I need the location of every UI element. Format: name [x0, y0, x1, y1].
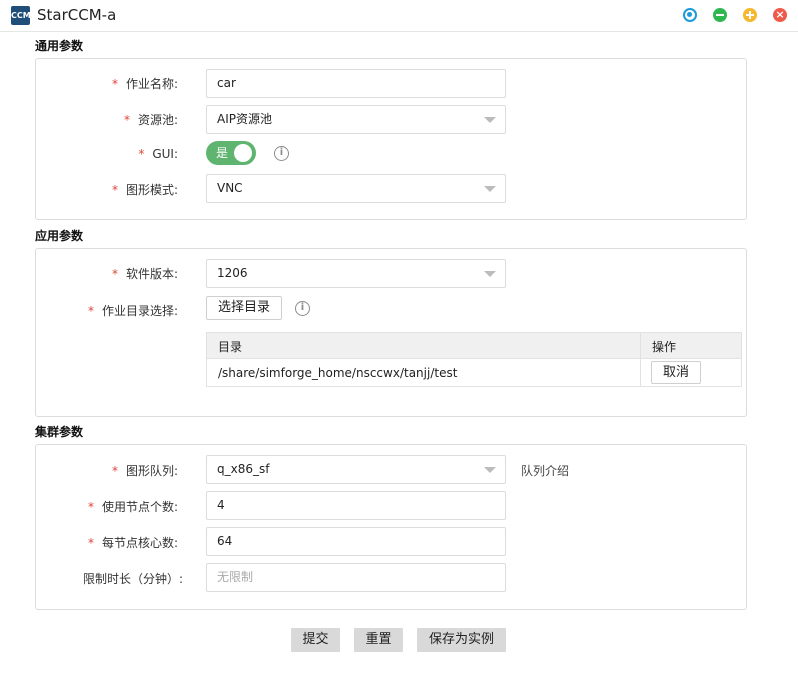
app-icon: CCM	[11, 6, 31, 25]
resource-pool-label: * 资源池:	[123, 113, 178, 127]
toggle-knob	[234, 144, 252, 162]
chevron-down-icon	[484, 467, 496, 473]
required-mark: *	[111, 183, 118, 197]
job-dir-label: * 作业目录选择:	[87, 304, 178, 318]
job-name-label: * 作业名称:	[111, 77, 178, 91]
queue-label: * 图形队列:	[111, 464, 178, 478]
choose-dir-button[interactable]: 选择目录	[206, 296, 282, 320]
dir-table: 目录 操作 /share/simforge_home/nsccwx/tanjj/…	[206, 332, 742, 387]
table-cell-dir: /share/simforge_home/nsccwx/tanjj/test	[218, 366, 458, 380]
minimize-icon[interactable]	[713, 8, 727, 22]
chevron-down-icon	[484, 271, 496, 277]
section-title-application: 应用参数	[35, 229, 84, 243]
section-title-general: 通用参数	[35, 39, 84, 53]
required-mark: *	[87, 500, 94, 514]
title-bar: CCM StarCCM-a ×	[0, 0, 798, 32]
required-mark: *	[87, 304, 94, 318]
software-version-label: * 软件版本:	[111, 267, 178, 281]
close-icon[interactable]: ×	[773, 8, 787, 22]
graphics-mode-select[interactable]: VNC	[206, 174, 506, 203]
window-title: StarCCM-a	[37, 6, 117, 24]
nodes-input[interactable]: 4	[206, 491, 506, 520]
info-icon[interactable]: i	[274, 146, 289, 161]
required-mark: *	[111, 77, 118, 91]
required-mark: *	[111, 464, 118, 478]
gui-toggle[interactable]: 是	[206, 141, 256, 165]
gui-label: * GUI:	[138, 147, 178, 161]
required-mark: *	[111, 267, 118, 281]
cancel-button[interactable]: 取消	[651, 361, 701, 384]
resource-pool-select[interactable]: AIP资源池	[206, 105, 506, 134]
save-as-example-button[interactable]: 保存为实例	[417, 628, 506, 652]
settings-icon[interactable]	[683, 8, 697, 22]
software-version-select[interactable]: 1206	[206, 259, 506, 288]
column-header-action: 操作	[652, 340, 677, 354]
cores-label: * 每节点核心数:	[87, 536, 178, 550]
queue-intro-link[interactable]: 队列介绍	[521, 462, 569, 479]
time-limit-label: 限制时长（分钟）:	[82, 572, 183, 586]
column-divider	[640, 333, 641, 386]
job-name-input[interactable]: car	[206, 69, 506, 98]
required-mark: *	[123, 113, 130, 127]
submit-button[interactable]: 提交	[291, 628, 340, 652]
section-title-cluster: 集群参数	[35, 425, 84, 439]
chevron-down-icon	[484, 186, 496, 192]
gui-toggle-text: 是	[216, 146, 229, 160]
queue-select[interactable]: q_x86_sf	[206, 455, 506, 484]
graphics-mode-label: * 图形模式:	[111, 183, 178, 197]
cores-input[interactable]: 64	[206, 527, 506, 556]
info-icon[interactable]: i	[295, 301, 310, 316]
required-mark: *	[138, 147, 145, 161]
nodes-label: * 使用节点个数:	[87, 500, 178, 514]
add-icon[interactable]	[743, 8, 757, 22]
required-mark: *	[87, 536, 94, 550]
reset-button[interactable]: 重置	[354, 628, 403, 652]
time-limit-input[interactable]: 无限制	[206, 563, 506, 592]
chevron-down-icon	[484, 117, 496, 123]
column-header-dir: 目录	[218, 340, 243, 354]
